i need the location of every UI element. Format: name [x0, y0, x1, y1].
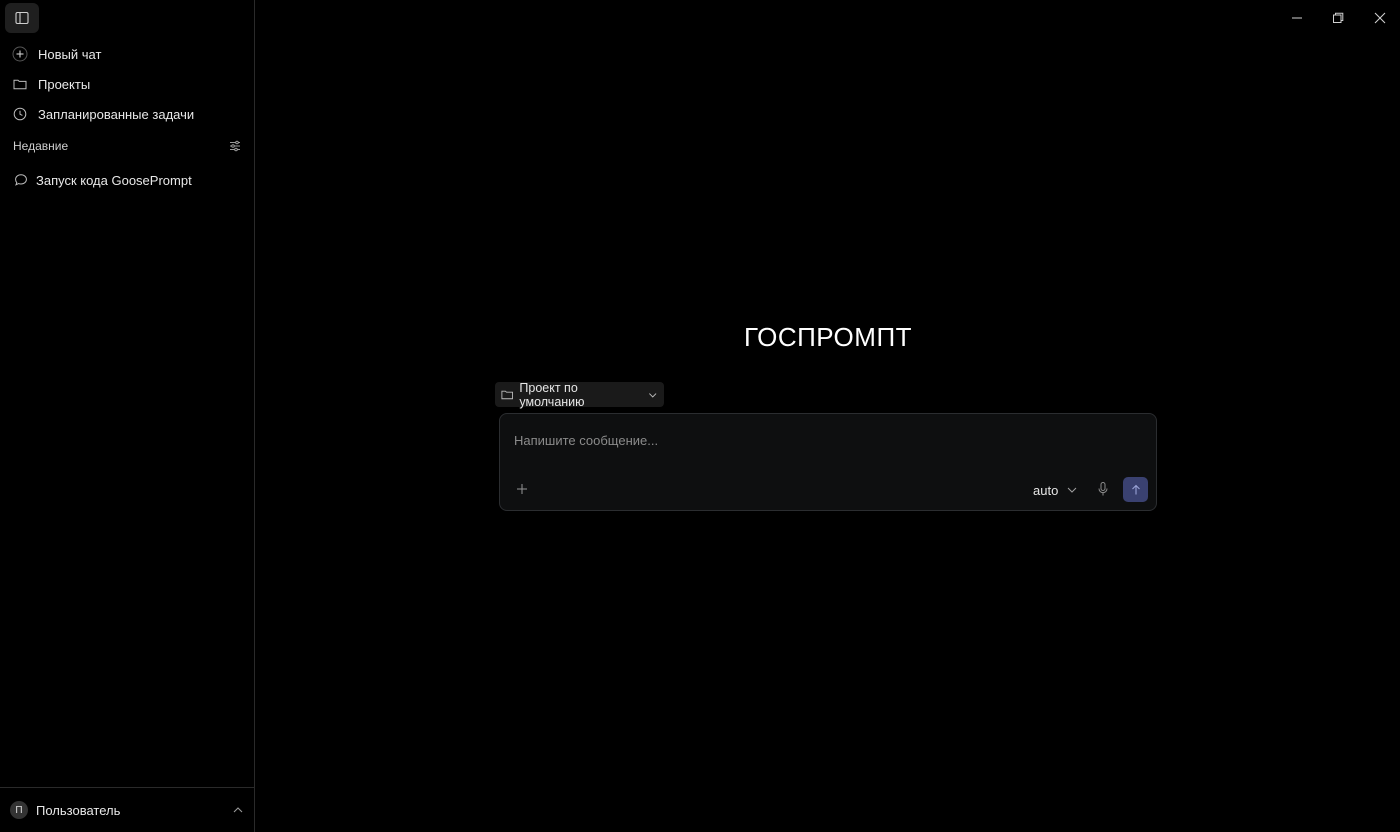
microphone-button[interactable]: [1096, 481, 1110, 497]
arrow-up-icon: [1131, 484, 1140, 494]
attach-button[interactable]: [515, 482, 529, 496]
minimize-icon: [1292, 17, 1302, 19]
chevron-up-icon[interactable]: [231, 803, 245, 817]
projects-label: Проекты: [38, 76, 91, 92]
sidebar-item-projects[interactable]: Проекты: [12, 72, 90, 96]
app-window: Новый чат Проекты Запланированные задачи…: [0, 0, 1400, 832]
scheduled-tasks-label: Запланированные задачи: [38, 106, 195, 122]
project-select[interactable]: Проект по умолчанию: [495, 380, 664, 409]
sidebar-toggle-button[interactable]: [5, 3, 39, 33]
model-select-value: auto: [1033, 482, 1059, 498]
chevron-down-icon: [1067, 487, 1077, 493]
minimize-button[interactable]: [1286, 8, 1308, 28]
close-icon: [1374, 12, 1386, 24]
plus-icon: [12, 46, 28, 62]
message-input[interactable]: [514, 430, 1134, 450]
sidebar: Новый чат Проекты Запланированные задачи…: [0, 0, 255, 832]
microphone-icon: [1098, 482, 1108, 496]
recent-chat-item[interactable]: Запуск кода GoosePrompt: [14, 169, 192, 191]
recent-section-label: Недавние: [13, 139, 69, 153]
sidebar-item-scheduled-tasks[interactable]: Запланированные задачи: [12, 102, 194, 126]
chat-bubble-icon: [14, 173, 28, 187]
model-select[interactable]: auto: [1033, 481, 1078, 499]
avatar: П: [10, 801, 28, 819]
plus-icon: [517, 484, 527, 494]
chevron-down-icon: [648, 392, 656, 398]
sidebar-panel-icon: [15, 11, 29, 25]
new-chat-button[interactable]: Новый чат: [12, 42, 101, 66]
project-select-value: Проект по умолчанию: [519, 380, 585, 409]
user-name: Пользователь: [36, 802, 121, 818]
message-composer: auto: [499, 413, 1157, 511]
folder-icon: [501, 390, 513, 400]
folder-icon: [12, 76, 28, 92]
filter-settings-icon[interactable]: [228, 139, 242, 153]
brand-title: ГОСПРОМПТ: [743, 322, 913, 352]
close-button[interactable]: [1369, 8, 1391, 28]
user-menu[interactable]: П Пользователь: [0, 787, 255, 832]
recent-chat-label: Запуск кода GoosePrompt: [36, 172, 192, 188]
send-button[interactable]: [1123, 477, 1148, 502]
new-chat-label: Новый чат: [38, 46, 102, 62]
restore-button[interactable]: [1327, 8, 1349, 28]
clock-icon: [12, 106, 28, 122]
restore-icon: [1333, 12, 1344, 23]
